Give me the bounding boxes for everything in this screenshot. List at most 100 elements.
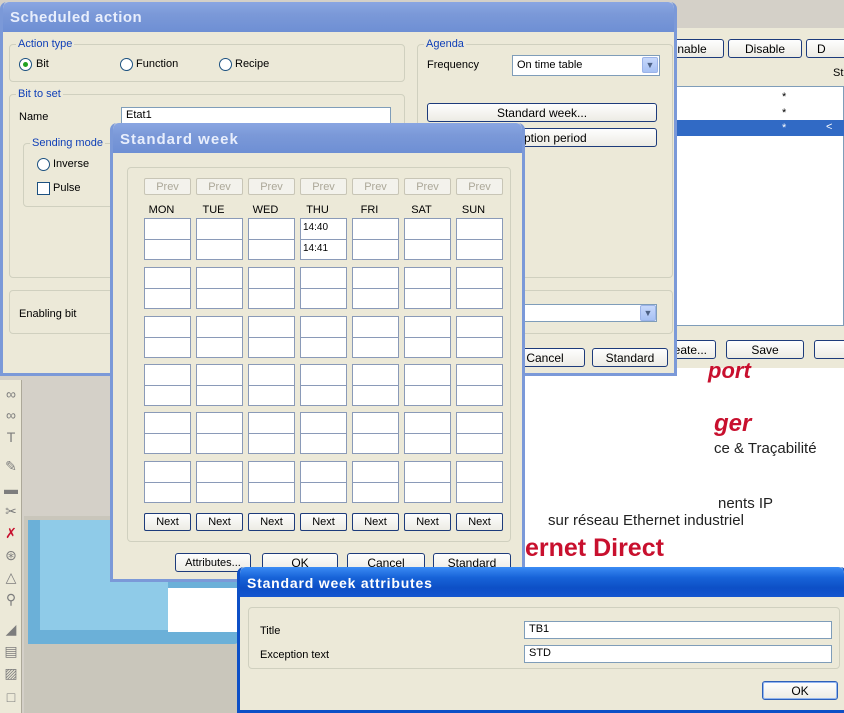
- time-slot[interactable]: [300, 461, 347, 503]
- time-slot[interactable]: [196, 364, 243, 406]
- enabling-bit-label: Enabling bit: [19, 308, 77, 320]
- radio-function[interactable]: [120, 58, 133, 71]
- time-slot[interactable]: [404, 218, 451, 260]
- time-slot[interactable]: [196, 412, 243, 454]
- schedule-list[interactable]: * * * <: [675, 86, 844, 326]
- time-slot[interactable]: [456, 461, 503, 503]
- time-slot[interactable]: [144, 412, 191, 454]
- exception-text-field[interactable]: STD: [524, 645, 832, 663]
- next-button[interactable]: Next: [248, 513, 295, 531]
- time-slot[interactable]: [144, 218, 191, 260]
- day-header: SUN: [461, 204, 486, 216]
- name-label: Name: [19, 111, 49, 123]
- time-slot[interactable]: [404, 316, 451, 358]
- attributes-ok-button[interactable]: OK: [762, 681, 838, 700]
- day-header: THU: [306, 204, 329, 216]
- prev-button[interactable]: Prev: [404, 178, 451, 195]
- time-slot[interactable]: [352, 412, 399, 454]
- next-button[interactable]: Next: [144, 513, 191, 531]
- scheduled-action-title: Scheduled action: [3, 2, 674, 32]
- radio-bit[interactable]: [19, 58, 32, 71]
- time-slot[interactable]: [300, 267, 347, 309]
- time-slot[interactable]: [352, 218, 399, 260]
- prev-button[interactable]: Prev: [300, 178, 347, 195]
- time-slot[interactable]: [300, 364, 347, 406]
- more-button[interactable]: [814, 340, 844, 359]
- radio-function-label: Function: [136, 58, 179, 70]
- time-slot[interactable]: [144, 364, 191, 406]
- enabling-bit-field[interactable]: [523, 304, 657, 322]
- promo-line: port: [708, 358, 751, 383]
- prev-button[interactable]: Prev: [144, 178, 191, 195]
- list-row[interactable]: *: [676, 89, 844, 105]
- day-header: FRI: [360, 204, 379, 216]
- time-slot[interactable]: [196, 461, 243, 503]
- disable-button[interactable]: Disable: [728, 39, 802, 58]
- delete-tool-icon[interactable]: ✗: [2, 524, 20, 542]
- standard-week-button[interactable]: Standard week...: [427, 103, 657, 122]
- keyboard-icon[interactable]: ▤: [2, 642, 20, 660]
- time-slot[interactable]: [456, 364, 503, 406]
- time-slot[interactable]: [352, 316, 399, 358]
- pulse-checkbox[interactable]: [37, 182, 50, 195]
- image-tool-icon[interactable]: ▬: [2, 480, 20, 498]
- list-row-selected[interactable]: * <: [676, 120, 844, 136]
- radio-recipe[interactable]: [219, 58, 232, 71]
- text-tool-icon[interactable]: T: [2, 428, 20, 446]
- save-button[interactable]: Save: [726, 340, 804, 359]
- time-slot[interactable]: [404, 412, 451, 454]
- next-button[interactable]: Next: [404, 513, 451, 531]
- time-slot[interactable]: [196, 267, 243, 309]
- time-slot[interactable]: [248, 316, 295, 358]
- next-button[interactable]: Next: [352, 513, 399, 531]
- frame-tool-icon[interactable]: □: [2, 688, 20, 706]
- radio-recipe-label: Recipe: [235, 58, 270, 70]
- time-slot[interactable]: [300, 316, 347, 358]
- link-icon[interactable]: ∞: [2, 406, 20, 424]
- time-slot[interactable]: [144, 461, 191, 503]
- time-slot[interactable]: [456, 316, 503, 358]
- time-slot[interactable]: [300, 412, 347, 454]
- time-slot[interactable]: [352, 364, 399, 406]
- list-row[interactable]: *: [676, 105, 844, 121]
- time-slot[interactable]: [196, 316, 243, 358]
- time-slot[interactable]: [456, 218, 503, 260]
- cursor-tool-icon[interactable]: ⚲: [2, 590, 20, 608]
- next-button[interactable]: Next: [456, 513, 503, 531]
- time-slot[interactable]: [456, 412, 503, 454]
- link-icon[interactable]: ∞: [2, 385, 20, 403]
- next-button[interactable]: Next: [196, 513, 243, 531]
- radio-inverse[interactable]: [37, 158, 50, 171]
- prev-button[interactable]: Prev: [248, 178, 295, 195]
- prev-button[interactable]: Prev: [196, 178, 243, 195]
- time-slot[interactable]: [144, 267, 191, 309]
- scheduled-standard-button[interactable]: Standard: [592, 348, 668, 367]
- time-slot[interactable]: [352, 267, 399, 309]
- frequency-dropdown-icon[interactable]: ▼: [642, 57, 658, 73]
- time-slot[interactable]: [248, 218, 295, 260]
- time-slot[interactable]: [196, 218, 243, 260]
- time-slot[interactable]: [248, 364, 295, 406]
- time-slot[interactable]: [404, 267, 451, 309]
- color-wheel-icon[interactable]: ⊛: [2, 546, 20, 564]
- time-slot[interactable]: [404, 461, 451, 503]
- prev-button[interactable]: Prev: [352, 178, 399, 195]
- time-slot[interactable]: [248, 267, 295, 309]
- paint-tool-icon[interactable]: ✎: [2, 457, 20, 475]
- pen-tool-icon[interactable]: ◢: [2, 620, 20, 638]
- tools-icon[interactable]: ✂: [2, 502, 20, 520]
- title-field[interactable]: TB1: [524, 621, 832, 639]
- time-slot[interactable]: [456, 267, 503, 309]
- delete-button[interactable]: D: [806, 39, 844, 58]
- chart-tool-icon[interactable]: ▨: [2, 664, 20, 682]
- time-slot[interactable]: [404, 364, 451, 406]
- next-button[interactable]: Next: [300, 513, 347, 531]
- frequency-select[interactable]: On time table: [512, 55, 660, 76]
- time-slot[interactable]: [248, 461, 295, 503]
- enabling-bit-dropdown-icon[interactable]: ▼: [640, 305, 656, 321]
- time-slot[interactable]: [352, 461, 399, 503]
- time-slot[interactable]: [144, 316, 191, 358]
- prev-button[interactable]: Prev: [456, 178, 503, 195]
- time-slot[interactable]: [248, 412, 295, 454]
- gauge-icon[interactable]: △: [2, 568, 20, 586]
